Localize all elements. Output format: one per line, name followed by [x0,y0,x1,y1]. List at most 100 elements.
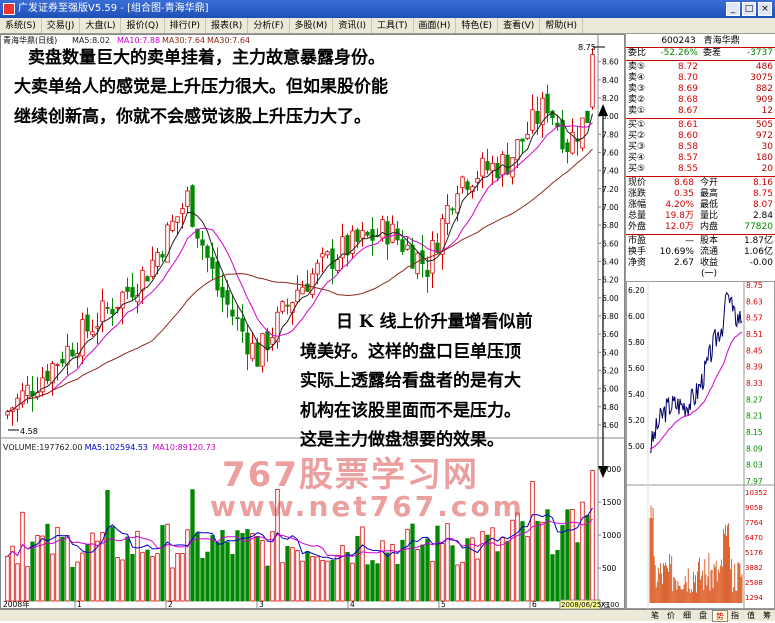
candle-body [380,219,385,239]
bottom-tab[interactable]: 指 [728,610,742,622]
volume-bar [235,530,240,602]
divider [626,118,775,119]
volume-bar [145,549,150,602]
order-price: 8.55 [677,164,698,174]
volume-bar [240,533,245,602]
order-price: 8.61 [677,120,698,130]
month-label: 4 [350,600,355,609]
bottom-tab[interactable]: 细 [680,610,694,622]
order-volume: 505 [755,120,773,130]
order-row: 卖③ 8.69 882 [626,84,775,95]
low-marker-label: 4.58 [20,427,38,436]
current-date-label: 2008/06/25/三 [561,601,611,609]
bottom-tab[interactable]: 价 [664,610,678,622]
volume-bar [345,551,350,602]
volume-bar [475,558,480,602]
intraday-volume-tick: 9058 [745,504,763,512]
stat-row-c: 内盘 [699,222,718,232]
candle-body [315,262,320,275]
menu-item[interactable]: 特色(E) [456,18,499,33]
intraday-price-tick: 8.03 [746,461,763,470]
order-label: 买④ [628,153,646,163]
intraday-chart[interactable]: 8.75 8.63 8.57 8.51 8.45 8.39 8.33 8.27 8.21 8.15… [626,281,775,609]
bottom-tab[interactable]: 势 [712,610,728,622]
volume-bar [530,481,535,602]
volume-bar [455,564,460,602]
stat-row-b: 8.68 [673,178,694,188]
candle-body [330,248,335,269]
bottom-tab[interactable]: 筹 [760,610,774,622]
volume-bar [210,535,215,602]
volume-bar [95,540,100,602]
price-tick-label: 7.80 [602,130,619,139]
watermark-url: www.net767.com [210,490,525,523]
volume-bar [405,528,410,602]
volume-bar [105,490,110,602]
menu-item[interactable]: 帮助(H) [540,18,584,33]
maximize-button[interactable]: □ [742,2,756,16]
volume-bar [30,541,35,602]
order-row: 卖① 8.67 12 [626,106,775,117]
stat-row-a: 涨跌 [628,189,647,199]
candle-body [305,283,310,292]
candle-body [105,307,110,309]
menu-item[interactable]: 大盘(L) [80,18,122,33]
volume-bar [250,533,255,602]
menu-item[interactable]: 交易(J) [42,18,81,33]
volume-bar [485,534,490,602]
divider [626,234,775,235]
minimize-button[interactable]: _ [726,2,740,16]
candle-body [580,117,585,149]
volume-bar [510,519,515,602]
candle-body [480,157,485,177]
stat-row-c: 量比 [699,211,718,221]
volume-bar [340,545,345,602]
menu-item[interactable]: 分析(F) [248,18,290,33]
bottom-tab[interactable]: 值 [744,610,758,622]
price-tick-label: 6.60 [602,239,619,248]
volume-bar [410,523,415,602]
menu-item[interactable]: 多股(M) [290,18,334,33]
volume-bar [555,550,560,602]
volume-bar [590,470,595,602]
menu-item[interactable]: 排行(P) [165,18,207,33]
price-tick-label: 6.80 [602,221,619,230]
volume-bar [535,520,540,602]
candle-body [205,245,210,258]
bottom-tab[interactable]: 盘 [696,610,710,622]
candle-body [110,308,115,315]
volume-bar [175,553,180,602]
volume-bar [570,509,575,602]
menu-item[interactable]: 资讯(I) [333,18,373,33]
price-tick-label: 4.80 [602,403,619,412]
candle-body [145,276,150,282]
close-button[interactable]: × [758,2,772,16]
candle-body [245,332,250,355]
volume-bar [190,489,195,602]
intraday-volume-tick: 2588 [745,579,763,587]
candle-body [240,318,245,332]
info-row: 市盈 — 股本 1.87亿 [626,236,775,247]
candle-body [250,342,255,360]
order-row: 买① 8.61 505 [626,120,775,131]
menu-item[interactable]: 报表(R) [206,18,249,33]
menu-item[interactable]: 画面(H) [414,18,457,33]
volume-bar [90,532,95,602]
menu-bar: 系统(S) 交易(J) 大盘(L) 报价(Q) 排行(P) 报表(R) 分析(F) 多股(M)… [0,18,775,34]
annotation-line: 境美好。这样的盘口巨单压顶 [300,342,521,362]
menu-item[interactable]: 查看(V) [498,18,541,33]
candle-body [485,161,490,171]
stat-row-c: 最低 [699,200,718,210]
candle-body [365,231,370,236]
candle-body [255,342,260,367]
menu-item[interactable]: 报价(Q) [121,18,165,33]
volume-legend: MA10:89120.73 [152,443,215,452]
price-tick-label: 5.00 [602,385,619,394]
volume-bar [75,561,80,602]
volume-bar [460,561,465,602]
menu-item[interactable]: 系统(S) [0,18,42,33]
volume-bar [395,564,400,602]
bottom-tab[interactable]: 笔 [648,610,662,622]
candle-body [85,314,90,332]
menu-item[interactable]: 工具(T) [372,18,414,33]
